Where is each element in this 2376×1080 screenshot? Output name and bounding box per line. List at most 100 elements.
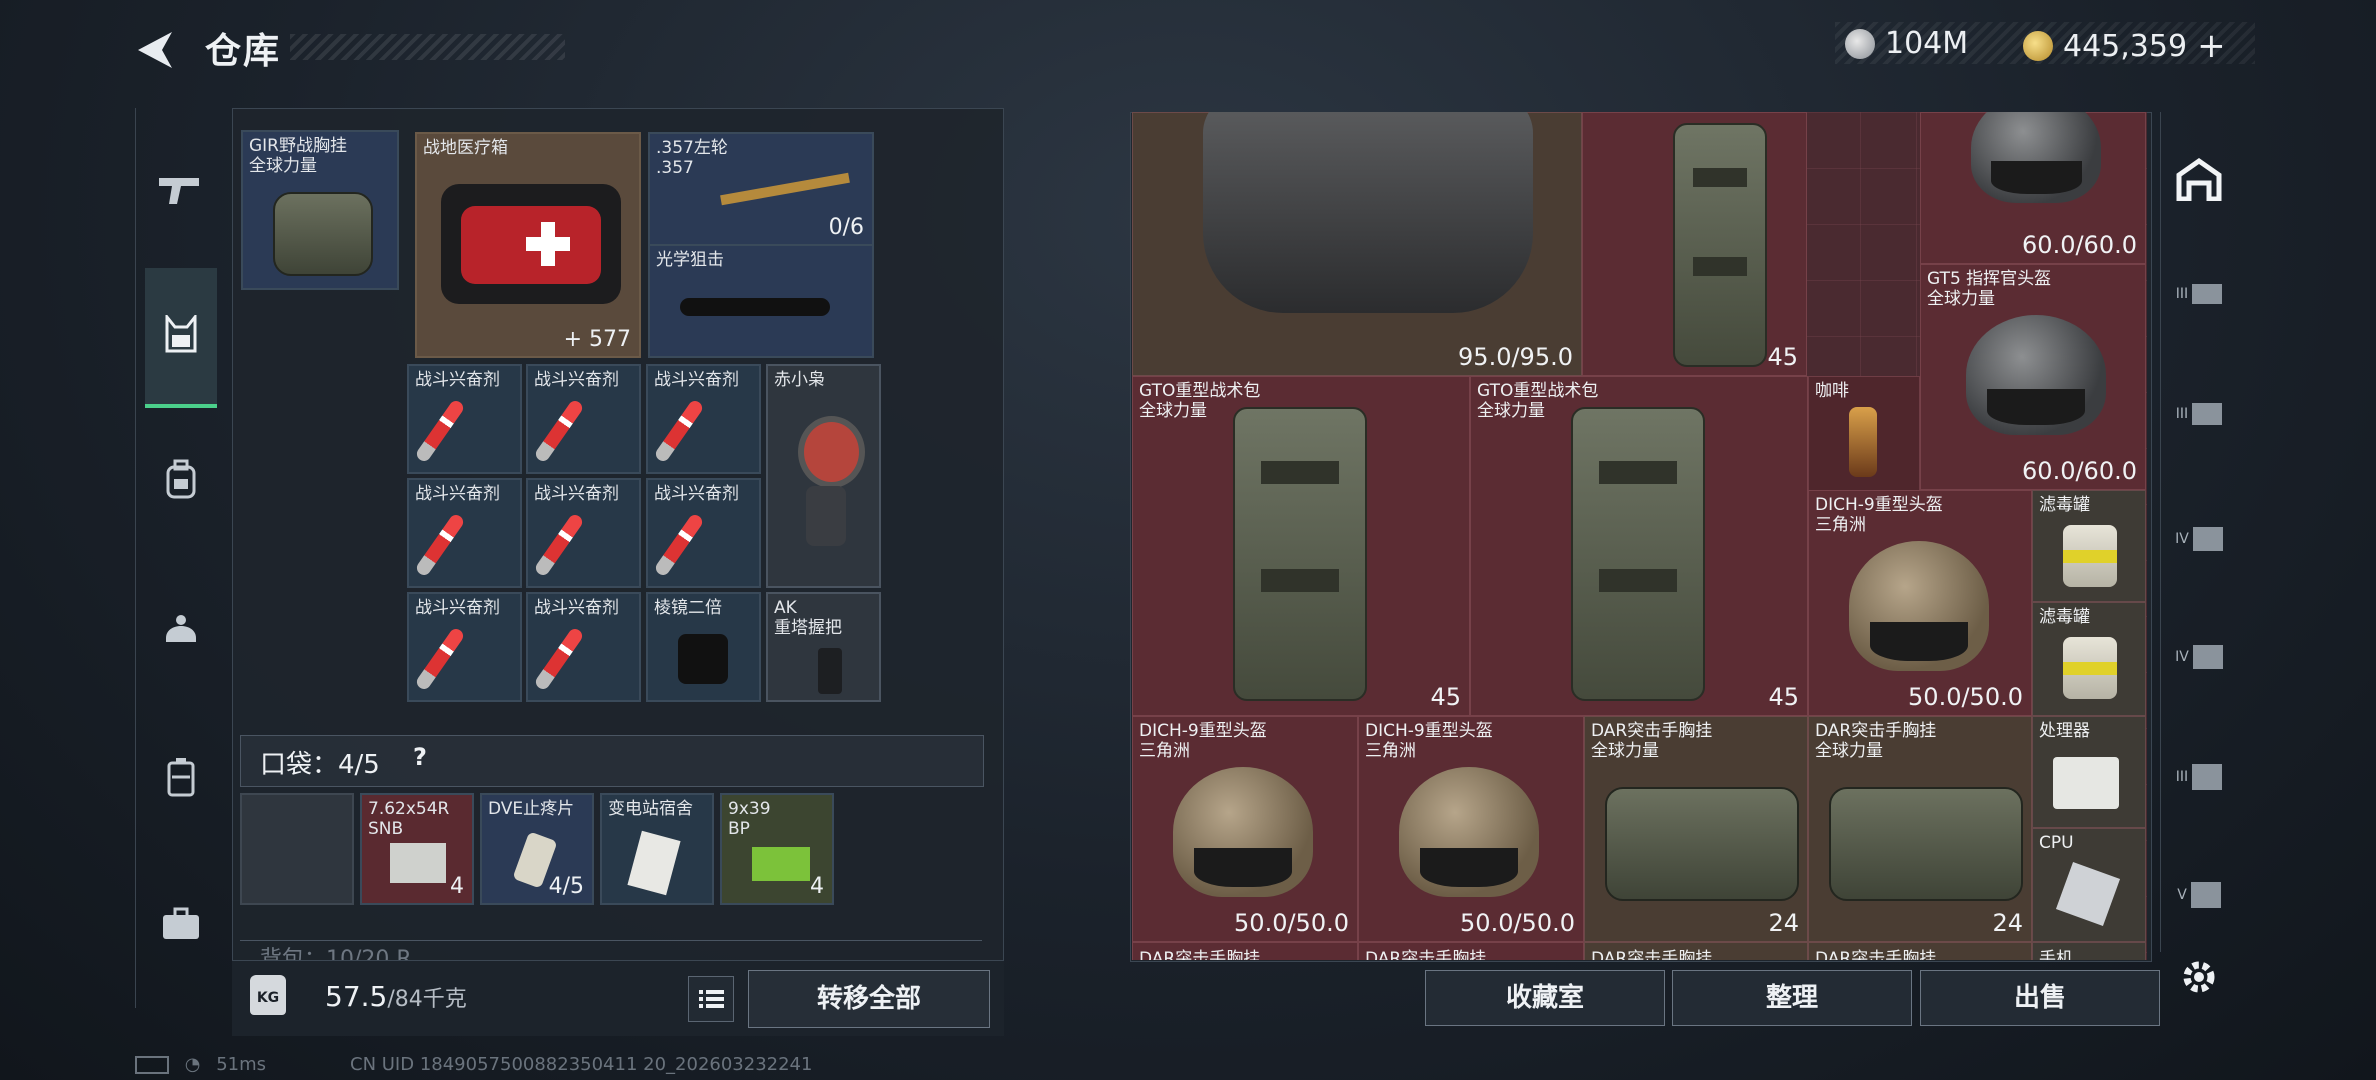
dar-rig-item[interactable]: DAR突击手胸挂 xyxy=(1808,942,2032,960)
syringe-icon xyxy=(414,626,466,692)
gt5-helmet-item[interactable]: GT5 指挥官头盔 全球力量 60.0/60.0 xyxy=(1920,264,2146,490)
tab-tier4-case-icon[interactable]: IV xyxy=(2170,628,2228,686)
stim-label: 战斗兴奋剂 xyxy=(415,484,500,504)
revolver-slot[interactable]: .357左轮 .357 0/6 xyxy=(648,132,874,246)
dich-helmet-item[interactable]: DICH-9重型头盔 三角洲 50.0/50.0 xyxy=(1132,716,1358,942)
dar-rig-item[interactable]: DAR突击手胸挂 xyxy=(1584,942,1808,960)
pocket-slot-painkiller[interactable]: DVE止疼片 4/5 xyxy=(480,793,594,905)
nav-briefcase-icon[interactable] xyxy=(152,895,210,953)
dar-rig-item[interactable]: DAR突击手胸挂 全球力量 24 xyxy=(1808,716,2032,942)
armor-durability: 95.0/95.0 xyxy=(1458,343,1573,371)
gold-currency[interactable]: 445,359 + xyxy=(2023,26,2226,66)
armor-item[interactable]: 95.0/95.0 xyxy=(1132,112,1582,376)
sell-button[interactable]: 出售 xyxy=(1920,970,2160,1026)
coffee-bottle-icon xyxy=(1849,407,1877,477)
stim-slot[interactable]: 战斗兴奋剂 xyxy=(407,592,522,702)
tab-tier3-case-icon[interactable]: III xyxy=(2170,265,2228,323)
vault-button[interactable]: 收藏室 xyxy=(1425,970,1665,1026)
sort-button[interactable]: 整理 xyxy=(1672,970,1912,1026)
tactical-pack-icon xyxy=(1673,123,1767,367)
cpu-item[interactable]: CPU xyxy=(2032,828,2146,942)
dar-rig-item[interactable]: DAR突击手胸挂 xyxy=(1358,942,1584,960)
prism-slot[interactable]: 棱镜二倍 xyxy=(646,592,761,702)
nav-helmet-icon[interactable] xyxy=(152,600,210,658)
pocket-help-button[interactable]: ? xyxy=(413,743,427,771)
equipped-rig-slot[interactable]: GIR野战胸挂 全球力量 xyxy=(241,130,399,290)
helmet-durability: 60.0/60.0 xyxy=(2022,231,2137,259)
processor-item[interactable]: 处理器 xyxy=(2032,716,2146,828)
gto-pack-item[interactable]: GTO重型战术包 全球力量 45 xyxy=(1470,376,1808,716)
helmet-icon xyxy=(1971,112,2101,203)
back-button[interactable] xyxy=(132,26,180,74)
settings-gear-icon[interactable] xyxy=(2170,948,2228,1006)
tab-tier3-box-icon[interactable]: III xyxy=(2170,385,2228,443)
medkit-label: 战地医疗箱 xyxy=(423,138,508,158)
stim-slot[interactable]: 战斗兴奋剂 xyxy=(526,364,641,474)
cpu-label: CPU xyxy=(2039,833,2074,853)
scope-slot[interactable]: 光学狙击 xyxy=(648,244,874,358)
nav-vest-icon[interactable] xyxy=(152,305,210,363)
stim-slot[interactable]: 战斗兴奋剂 xyxy=(526,592,641,702)
dich-helmet-item[interactable]: DICH-9重型头盔 三角洲 50.0/50.0 xyxy=(1808,490,2032,716)
phone-item[interactable]: 手机 xyxy=(2032,942,2146,960)
tab-home-icon[interactable] xyxy=(2170,150,2228,208)
figure-icon xyxy=(798,416,865,488)
filter-label: 滤毒罐 xyxy=(2039,495,2090,515)
transfer-all-button[interactable]: 转移全部 xyxy=(748,970,990,1028)
stim-slot[interactable]: 战斗兴奋剂 xyxy=(646,364,761,474)
stim-slot[interactable]: 战斗兴奋剂 xyxy=(646,478,761,588)
pocket-item-label: 7.62x54R SNB xyxy=(368,799,450,839)
syringe-icon xyxy=(414,512,466,578)
scope-label: 光学狙击 xyxy=(656,250,724,270)
pack-item[interactable]: 45 xyxy=(1582,112,1807,376)
pack-count: 45 xyxy=(1767,343,1798,371)
filter-item[interactable]: 滤毒罐 xyxy=(2032,490,2146,602)
dich-helmet-item[interactable]: DICH-9重型头盔 三角洲 50.0/50.0 xyxy=(1358,716,1584,942)
stim-slot[interactable]: 战斗兴奋剂 xyxy=(407,478,522,588)
pocket-slot-ammo-9x39[interactable]: 9x39 BP 4 xyxy=(720,793,834,905)
nav-backpack-icon[interactable] xyxy=(152,450,210,508)
list-view-button[interactable] xyxy=(688,976,734,1022)
figure-slot[interactable]: 赤小枭 xyxy=(766,364,881,588)
dar-rig-item[interactable]: DAR突击手胸挂 全球力量 24 xyxy=(1584,716,1808,942)
gold-add-button[interactable]: + xyxy=(2197,26,2226,66)
dar-label: DAR突击手胸挂 xyxy=(1365,949,1487,960)
helmet-item[interactable]: 60.0/60.0 xyxy=(1920,112,2146,264)
tab-tier3-pack-icon[interactable]: III xyxy=(2170,748,2228,806)
coffee-item[interactable]: 咖啡 xyxy=(1808,376,1920,492)
dich-label: DICH-9重型头盔 三角洲 xyxy=(1139,721,1267,761)
nav-case-icon[interactable] xyxy=(152,748,210,806)
medkit-item[interactable]: 战地医疗箱 + 577 xyxy=(415,132,641,358)
tab-tier5-safe-icon[interactable]: V xyxy=(2170,866,2228,924)
prism-scope-icon xyxy=(678,634,728,684)
stim-slot[interactable]: 战斗兴奋剂 xyxy=(407,364,522,474)
tactical-pack-icon xyxy=(1233,407,1367,701)
dich-label: DICH-9重型头盔 三角洲 xyxy=(1365,721,1493,761)
medkit-count: + 577 xyxy=(563,327,631,352)
grip-icon xyxy=(818,648,842,694)
dar-rig-item[interactable]: DAR突击手胸挂 xyxy=(1132,942,1358,960)
revolver-icon xyxy=(720,172,850,206)
coffee-label: 咖啡 xyxy=(1815,381,1849,401)
grip-slot[interactable]: AK 重塔握把 xyxy=(766,592,881,702)
dar-label: DAR突击手胸挂 xyxy=(1815,949,1937,960)
helmet-icon xyxy=(1399,767,1539,897)
pocket-slot-empty[interactable] xyxy=(240,793,354,905)
network-status: ◔ 51ms xyxy=(135,1054,266,1075)
dich-durability: 50.0/50.0 xyxy=(1460,909,1575,937)
gold-amount: 445,359 xyxy=(2063,28,2188,64)
syringe-icon xyxy=(533,626,585,692)
gto-pack-item[interactable]: GTO重型战术包 全球力量 45 xyxy=(1132,376,1470,716)
tab-tier4-box-icon[interactable]: IV xyxy=(2170,510,2228,568)
silver-currency: 104M xyxy=(1845,26,1968,61)
weight-icon: KG xyxy=(250,975,286,1015)
nav-weapon-icon[interactable] xyxy=(150,160,208,218)
chest-rig-icon xyxy=(1605,787,1799,901)
pocket-slot-key[interactable]: 变电站宿舍 xyxy=(600,793,714,905)
stim-label: 战斗兴奋剂 xyxy=(654,370,739,390)
stim-slot[interactable]: 战斗兴奋剂 xyxy=(526,478,641,588)
pocket-slot-ammo-762[interactable]: 7.62x54R SNB 4 xyxy=(360,793,474,905)
stim-label: 战斗兴奋剂 xyxy=(534,598,619,618)
gto-pack-count: 45 xyxy=(1768,683,1799,711)
filter-item[interactable]: 滤毒罐 xyxy=(2032,602,2146,716)
